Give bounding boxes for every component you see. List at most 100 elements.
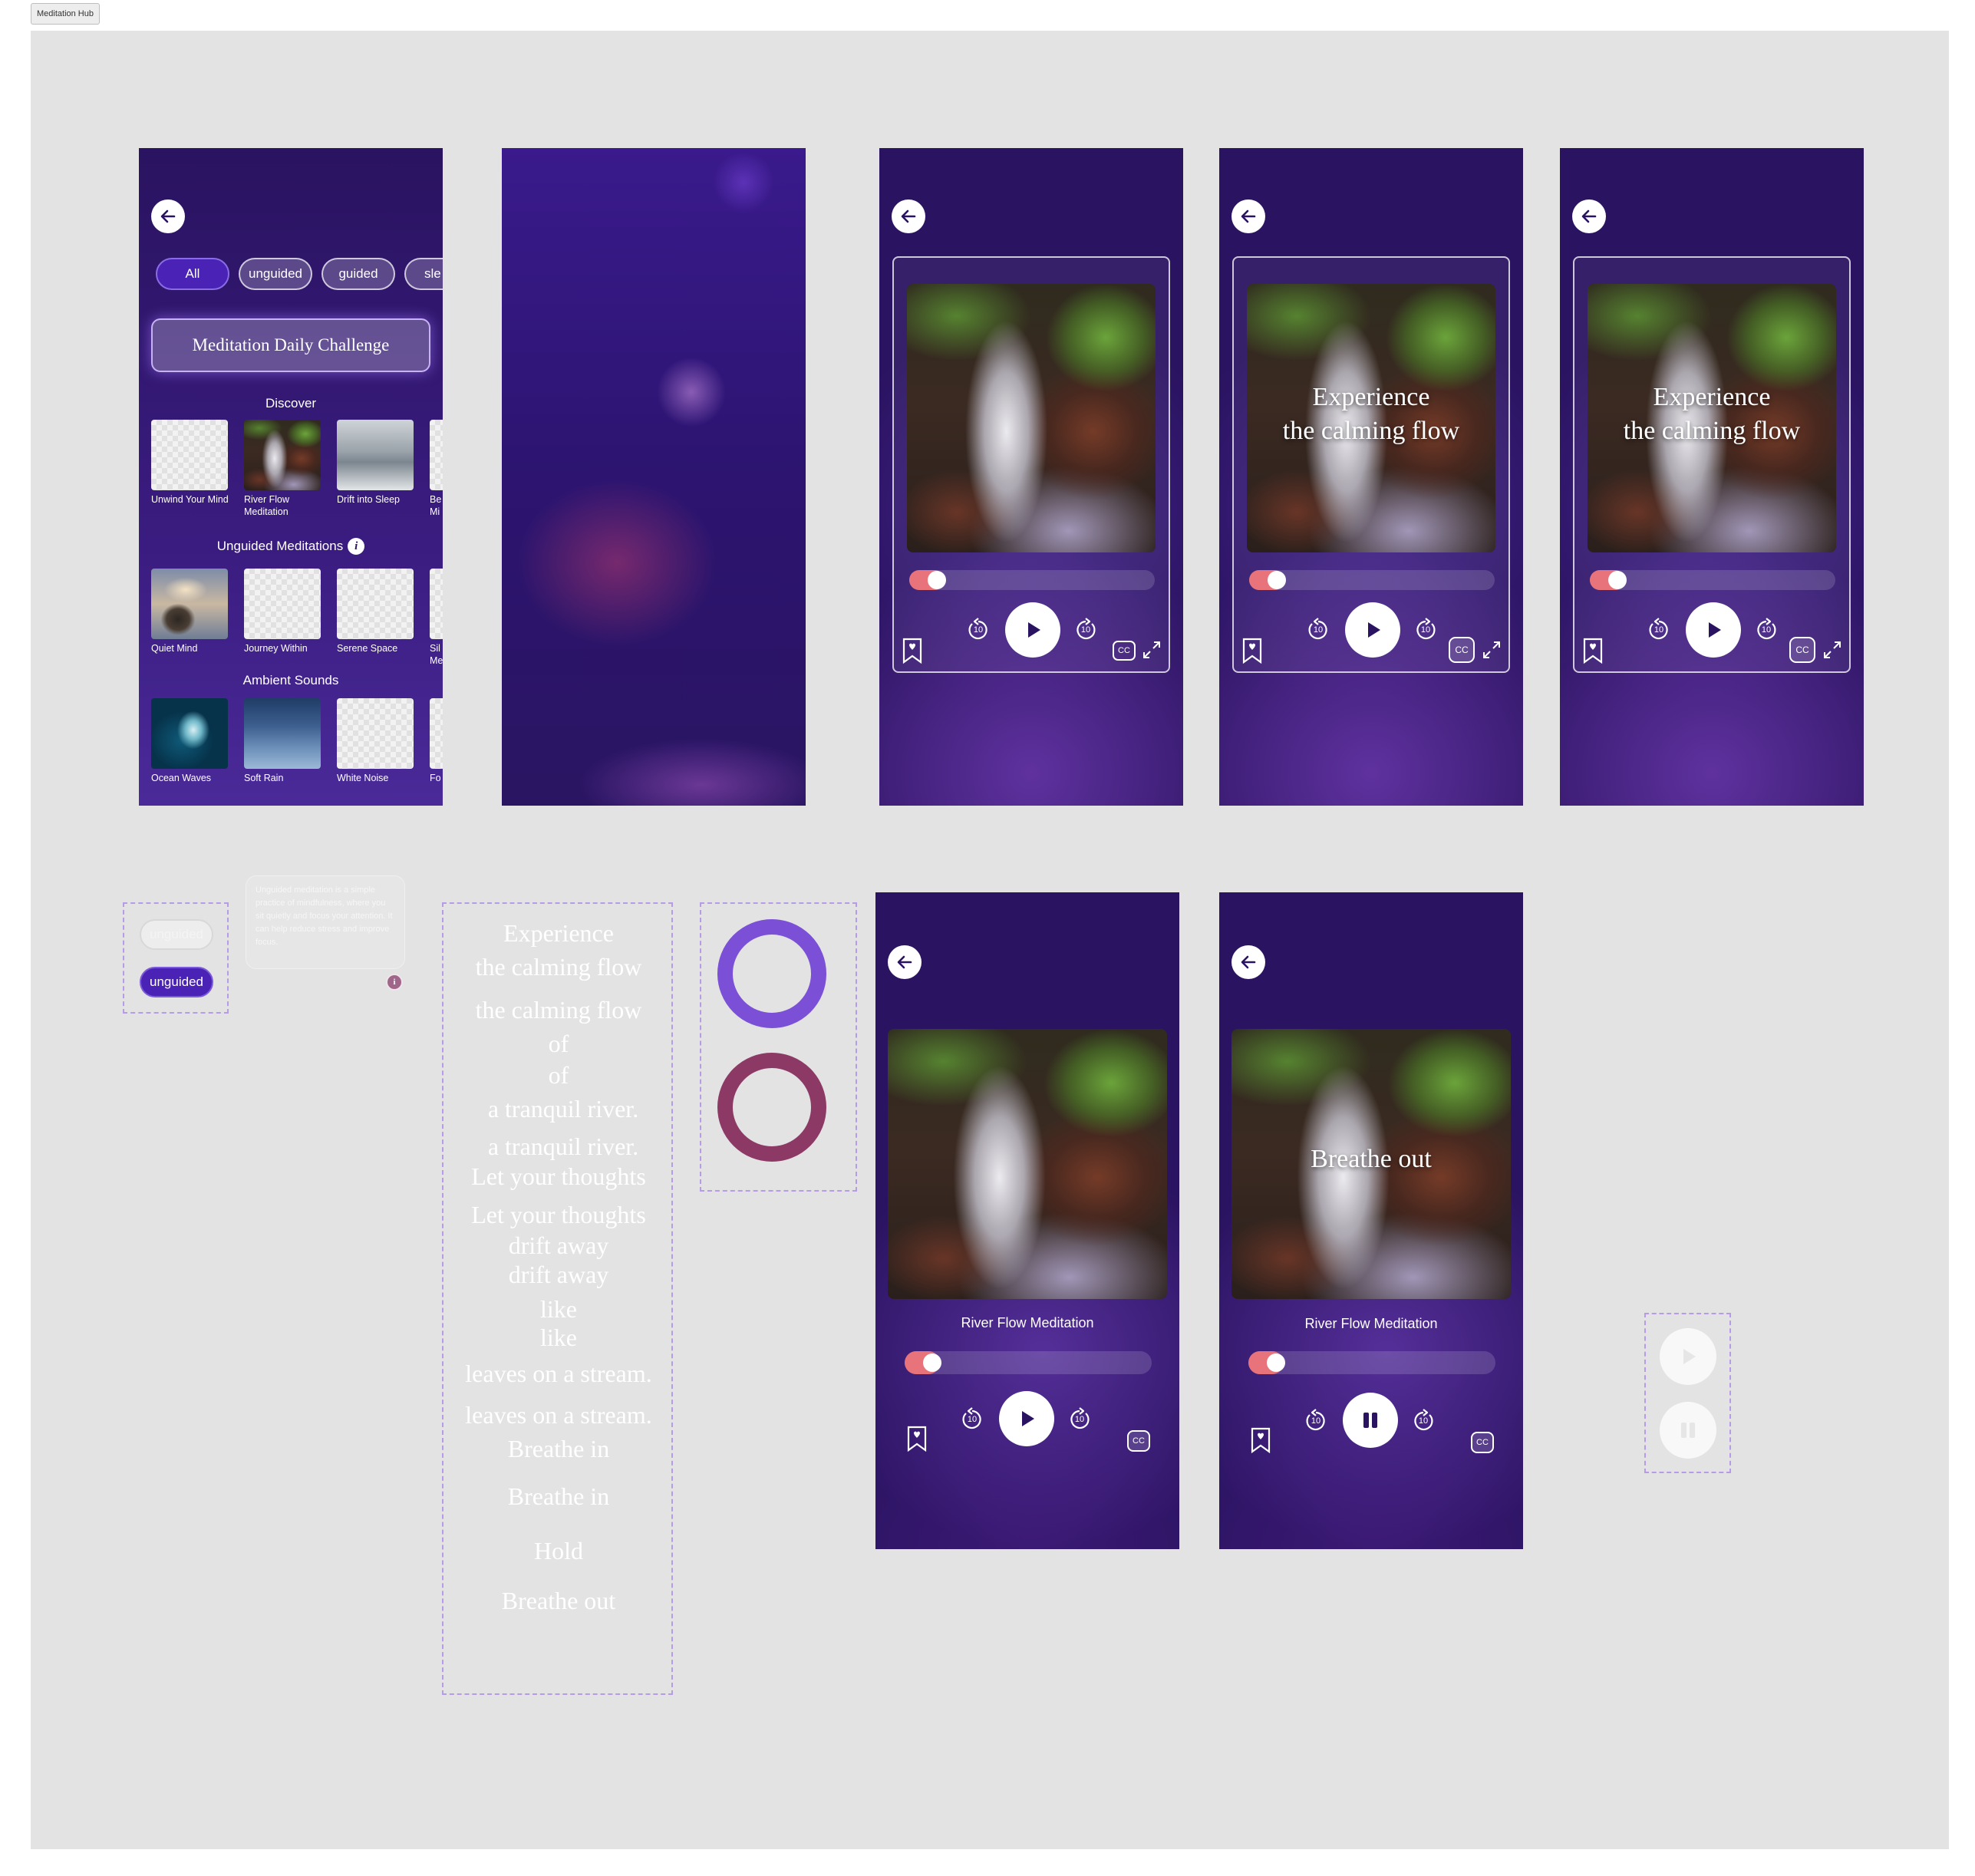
chip-sleep[interactable]: sle xyxy=(404,258,443,290)
daily-challenge-button[interactable]: Meditation Daily Challenge xyxy=(151,318,430,372)
play-button[interactable] xyxy=(1345,602,1400,658)
rewind-10-button[interactable]: 10 xyxy=(1646,617,1672,643)
captions-button[interactable]: CC xyxy=(1789,637,1815,663)
track-artwork xyxy=(907,284,1156,552)
captions-button[interactable]: CC xyxy=(1449,637,1475,663)
bookmark-button[interactable] xyxy=(1250,1427,1271,1457)
skip-seconds-label: 10 xyxy=(973,625,984,635)
expand-button[interactable] xyxy=(1141,639,1162,664)
play-button[interactable] xyxy=(999,1391,1054,1446)
progress-slider[interactable] xyxy=(909,570,1155,590)
captions-button[interactable]: CC xyxy=(1113,641,1136,661)
ambient-thumb-noise[interactable] xyxy=(337,698,414,769)
ambient-label: White Noise xyxy=(337,773,389,783)
forward-10-button[interactable]: 10 xyxy=(1753,617,1779,643)
play-button-disabled[interactable] xyxy=(1660,1328,1716,1385)
bookmark-heart-icon xyxy=(1251,1427,1271,1454)
back-button[interactable] xyxy=(1231,945,1265,979)
play-icon xyxy=(1022,1411,1034,1426)
back-button[interactable] xyxy=(1572,199,1606,233)
progress-slider[interactable] xyxy=(1249,570,1495,590)
ambient-thumb-4[interactable] xyxy=(430,698,443,769)
play-button[interactable] xyxy=(1005,602,1060,658)
gradient-background-screen xyxy=(502,148,806,806)
info-icon[interactable]: i xyxy=(348,538,365,555)
ambient-label: Ocean Waves xyxy=(151,773,212,783)
play-icon xyxy=(1028,622,1040,638)
discover-thumb-unwind[interactable] xyxy=(151,420,228,490)
chip-states-component: unguided unguided xyxy=(123,902,229,1014)
captions-button[interactable]: CC xyxy=(1471,1432,1494,1453)
pause-icon xyxy=(1681,1423,1695,1438)
progress-knob[interactable] xyxy=(923,1353,941,1372)
arrow-left-icon xyxy=(897,955,912,969)
progress-slider[interactable] xyxy=(1248,1351,1495,1374)
breathing-ring-plum xyxy=(717,1053,826,1162)
lyric-line: a tranquil river. xyxy=(487,1095,639,1123)
progress-knob[interactable] xyxy=(1267,1353,1285,1372)
progress-slider[interactable] xyxy=(905,1351,1152,1374)
discover-label: River Flow Meditation xyxy=(244,494,290,517)
back-button[interactable] xyxy=(892,199,925,233)
forward-10-button[interactable]: 10 xyxy=(1413,617,1439,643)
pause-button-disabled[interactable] xyxy=(1660,1402,1716,1459)
ambient-thumb-rain[interactable] xyxy=(244,698,321,769)
lyric-line: a tranquil river. xyxy=(487,1133,639,1160)
discover-thumb-4[interactable] xyxy=(430,420,443,490)
ambient-thumb-ocean[interactable] xyxy=(151,698,228,769)
lyric-line: the calming flow xyxy=(475,996,642,1024)
rewind-10-button[interactable]: 10 xyxy=(1303,1408,1329,1434)
play-button[interactable] xyxy=(1686,602,1741,658)
progress-slider[interactable] xyxy=(1590,570,1835,590)
skip-seconds-label: 10 xyxy=(1420,625,1431,635)
captions-button[interactable]: CC xyxy=(1127,1430,1150,1452)
chip-guided[interactable]: guided xyxy=(321,258,395,290)
unguided-title: Unguided Meditations xyxy=(216,539,344,553)
ambient-label: Fo xyxy=(430,773,441,783)
discover-thumb-sleep[interactable] xyxy=(337,420,414,490)
bookmark-heart-icon xyxy=(902,638,922,664)
bookmark-button[interactable] xyxy=(902,638,923,668)
rewind-10-button[interactable]: 10 xyxy=(959,1406,985,1433)
discover-thumb-river[interactable] xyxy=(244,420,321,490)
forward-10-button[interactable]: 10 xyxy=(1067,1406,1093,1433)
breathe-out-text: Breathe out xyxy=(1311,1145,1432,1173)
discover-label: Drift into Sleep xyxy=(337,494,400,505)
play-icon xyxy=(1368,622,1380,638)
chip-unguided-default[interactable]: unguided xyxy=(140,919,213,950)
bookmark-button[interactable] xyxy=(1241,638,1263,668)
progress-knob[interactable] xyxy=(1268,571,1286,589)
back-button[interactable] xyxy=(151,199,185,233)
back-button[interactable] xyxy=(1231,199,1265,233)
pause-button[interactable] xyxy=(1343,1393,1398,1448)
arrow-left-icon xyxy=(901,209,916,223)
rewind-10-button[interactable]: 10 xyxy=(965,617,991,643)
bookmark-button[interactable] xyxy=(1582,638,1604,668)
expand-button[interactable] xyxy=(1481,639,1502,664)
info-icon[interactable]: i xyxy=(386,974,403,991)
chip-unguided-selected[interactable]: unguided xyxy=(140,967,213,997)
progress-knob[interactable] xyxy=(928,571,946,589)
expand-icon xyxy=(1143,641,1160,658)
lyric-line: Hold xyxy=(534,1537,583,1564)
progress-knob[interactable] xyxy=(1608,571,1627,589)
chip-unguided[interactable]: unguided xyxy=(239,258,312,290)
unguided-thumb-4[interactable] xyxy=(430,569,443,639)
unguided-thumb-quiet[interactable] xyxy=(151,569,228,639)
rewind-10-button[interactable]: 10 xyxy=(1305,617,1331,643)
page-label[interactable]: Meditation Hub xyxy=(31,3,100,25)
back-button[interactable] xyxy=(888,945,922,979)
unguided-header: Unguided Meditations i xyxy=(139,538,443,555)
lyric-line: drift away xyxy=(508,1231,609,1259)
ambient-label: Soft Rain xyxy=(244,773,284,783)
forward-10-button[interactable]: 10 xyxy=(1410,1408,1436,1434)
expand-button[interactable] xyxy=(1822,639,1843,664)
lyric-line: Breathe out xyxy=(501,1587,616,1614)
player-card: Experience the calming flow 10 10 CC xyxy=(1573,256,1851,673)
unguided-thumb-serene[interactable] xyxy=(337,569,414,639)
unguided-thumb-journey[interactable] xyxy=(244,569,321,639)
forward-10-button[interactable]: 10 xyxy=(1073,617,1099,643)
chip-all[interactable]: All xyxy=(156,258,229,290)
bookmark-button[interactable] xyxy=(906,1426,928,1456)
skip-seconds-label: 10 xyxy=(1080,625,1091,635)
